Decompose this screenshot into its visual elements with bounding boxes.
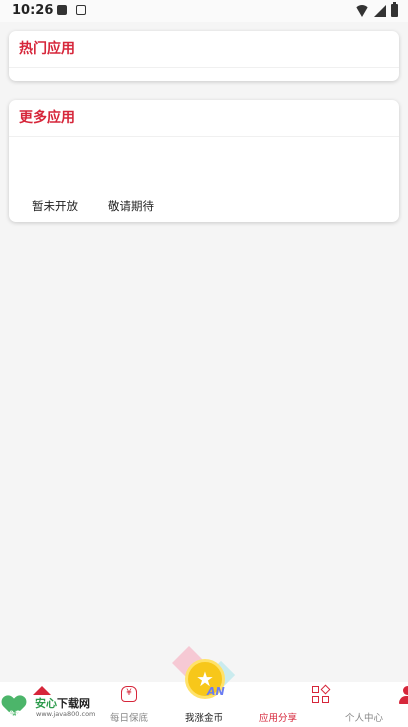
app-item-coming-soon[interactable]: 敬请期待 [108,198,154,214]
app-item-not-open[interactable]: 暂未开放 [32,198,78,214]
money-bag-icon: ¥ [121,686,137,702]
watermark-logo: 免费 安心下载网 www.java800.com [0,692,110,724]
signal-icon [374,4,386,17]
coin-tag: AN [207,685,225,698]
watermark-badge: 免费 [9,711,22,718]
nav-earn-gold-label: 我涨金币 [184,713,223,724]
nav-app-share-label: 应用分享 [258,713,297,724]
watermark-url: www.java800.com [36,710,96,718]
more-apps-title: 更多应用 [9,100,399,137]
hot-apps-card: 热门应用 [9,31,399,81]
notification-a-icon [57,5,67,15]
status-bar: 10:26 [0,0,408,22]
watermark-title: 安心下载网 [35,697,90,710]
wifi-icon [355,4,369,17]
status-time: 10:26 [12,3,54,18]
gold-coin-button[interactable]: ★ AN [171,645,237,705]
battery-icon [391,2,398,17]
more-apps-card: 更多应用 暂未开放 敬请期待 [9,100,399,222]
nav-personal-center-label: 个人中心 [344,713,383,724]
notification-screen-icon [76,5,86,15]
hot-apps-title: 热门应用 [9,31,399,68]
